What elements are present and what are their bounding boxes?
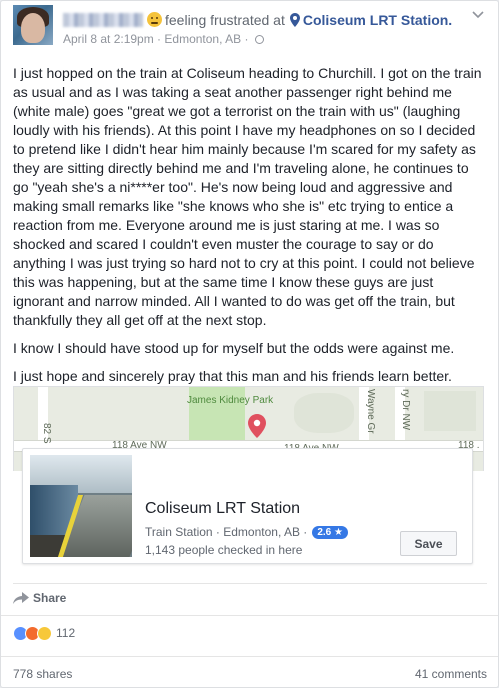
comments-count[interactable]: 41 comments — [415, 667, 487, 681]
place-name[interactable]: Coliseum LRT Station — [145, 500, 300, 518]
author-name-redacted[interactable] — [63, 13, 143, 27]
public-globe-icon[interactable] — [254, 35, 264, 44]
map-block — [424, 391, 476, 431]
post-header: feeling frustrated at Coliseum LRT Statio… — [13, 5, 486, 51]
rating-badge: 2.6 ★ — [312, 526, 348, 539]
place-checkins: 1,143 people checked in here — [145, 543, 303, 557]
place-link[interactable]: Coliseum LRT Station. — [303, 12, 452, 28]
shares-count[interactable]: 778 shares — [13, 667, 72, 681]
post-meta: April 8 at 2:19pm · Edmonton, AB · — [63, 32, 264, 46]
place-category-text: Train Station · Edmonton, AB · — [145, 525, 308, 539]
map-label-street: ry Dr NW — [400, 389, 411, 431]
divider — [1, 615, 498, 616]
reactions-summary[interactable]: 112 — [13, 626, 75, 644]
sad-reaction-icon — [37, 626, 52, 641]
author-line: feeling frustrated at Coliseum LRT Statio… — [63, 12, 452, 28]
avatar-face — [21, 13, 45, 43]
post-paragraph: I just hopped on the train at Coliseum h… — [13, 65, 482, 328]
meta-separator: · — [241, 32, 252, 46]
map-marker-icon[interactable] — [248, 414, 266, 438]
reaction-count: 112 — [56, 626, 76, 640]
avatar[interactable] — [13, 5, 53, 45]
save-button[interactable]: Save — [400, 531, 457, 556]
divider — [1, 656, 498, 657]
location-pin-icon — [289, 13, 300, 27]
post-body: I just hopped on the train at Coliseum h… — [13, 64, 487, 395]
post-card: feeling frustrated at Coliseum LRT Statio… — [0, 0, 499, 688]
divider — [13, 583, 487, 584]
place-category: Train Station · Edmonton, AB · 2.6 ★ — [145, 525, 348, 539]
chevron-down-icon[interactable] — [472, 11, 484, 19]
frustrated-emoji-icon — [147, 12, 162, 27]
post-timestamp[interactable]: April 8 at 2:19pm — [63, 32, 154, 46]
post-location[interactable]: Edmonton, AB — [164, 32, 241, 46]
map-label-street: 82 S — [41, 423, 52, 444]
post-paragraph: I just hope and sincerely pray that this… — [13, 368, 452, 384]
map-block — [294, 393, 354, 433]
share-label: Share — [33, 591, 67, 605]
share-arrow-icon — [13, 592, 29, 604]
meta-separator: · — [153, 32, 165, 46]
feeling-text: feeling frustrated at — [165, 12, 285, 28]
place-photo[interactable] — [30, 455, 132, 557]
map-label-street: Wayne Gr — [365, 389, 376, 434]
share-button[interactable]: Share — [13, 591, 66, 609]
post-paragraph: I know I should have stood up for myself… — [13, 340, 455, 356]
map-label-park: James Kidney Park — [187, 395, 274, 406]
